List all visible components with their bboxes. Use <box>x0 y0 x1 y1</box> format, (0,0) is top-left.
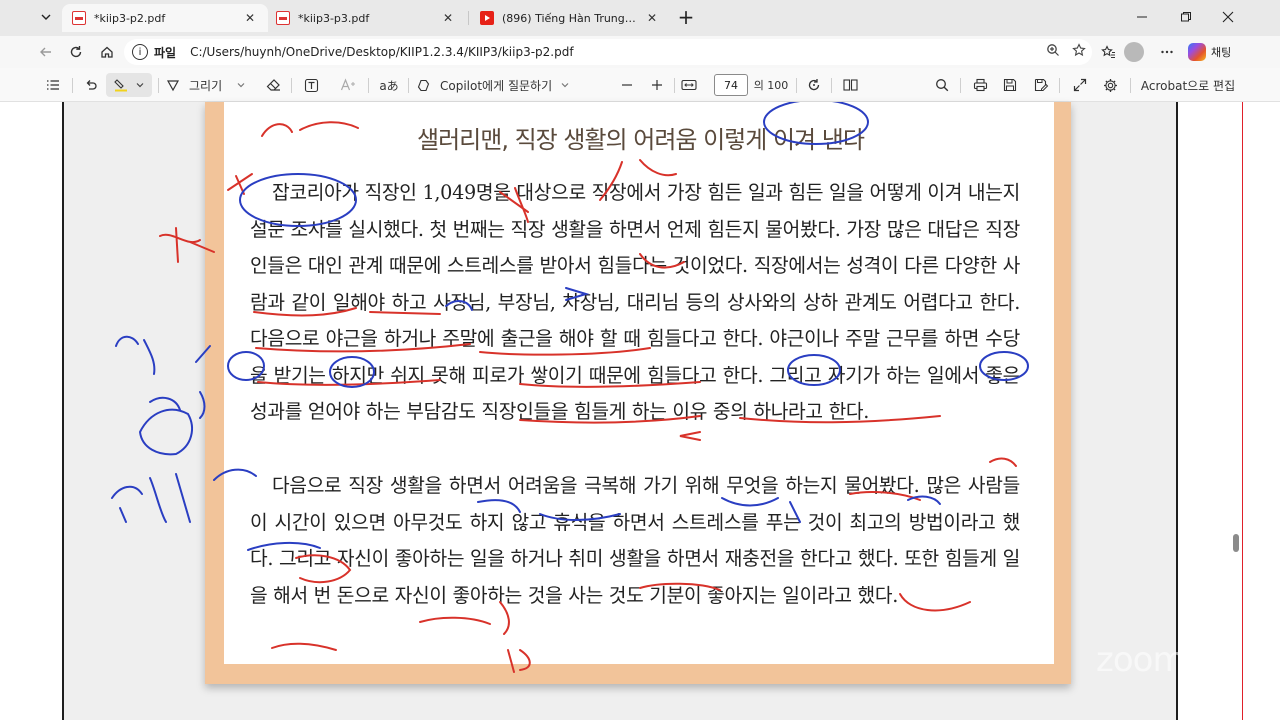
vertical-scrollbar[interactable] <box>1230 102 1240 720</box>
text-format-icon[interactable] <box>336 73 360 97</box>
settings-gear-icon[interactable] <box>1098 73 1122 97</box>
rotate-icon[interactable] <box>803 73 825 97</box>
toolbar-separator <box>796 78 797 93</box>
favorite-star-icon[interactable] <box>1066 43 1092 61</box>
toolbar-separator <box>72 78 73 93</box>
search-icon[interactable] <box>930 73 954 97</box>
save-as-icon[interactable] <box>1029 73 1053 97</box>
page-total-label: 의 100 <box>753 79 789 92</box>
favorites-button[interactable] <box>1095 39 1121 65</box>
pdf-toolbar: 그리기 aあ Copilot에게 질문하기 74 의 100 Acrobat으로… <box>0 68 1280 102</box>
toolbar-separator <box>831 78 832 93</box>
expand-icon[interactable] <box>1068 73 1092 97</box>
browser-window: *kiip3-p2.pdf ✕ *kiip3-p3.pdf ✕ (896) Ti… <box>0 0 1280 720</box>
new-tab-button[interactable]: + <box>666 0 706 34</box>
highlighter-icon <box>114 79 127 92</box>
undo-icon[interactable] <box>80 73 102 97</box>
address-bar[interactable]: i 파일 C:/Users/huynh/OneDrive/Desktop/KII… <box>124 39 1092 65</box>
draw-tool-button[interactable]: 그리기 <box>166 73 252 97</box>
text-box-icon[interactable] <box>299 73 323 97</box>
toolbar-separator <box>674 78 675 93</box>
pdf-icon <box>72 11 86 25</box>
chevron-down-icon <box>237 83 245 88</box>
save-icon[interactable] <box>998 73 1022 97</box>
tab-actions-chevron-icon[interactable] <box>26 0 66 34</box>
pdf-viewer[interactable]: 샐러리맨, 직장 생활의 어려움 이렇게 이겨 낸다 잡코리아가 직장인 1,0… <box>0 102 1280 720</box>
address-origin: 파일 <box>154 45 177 60</box>
tab-strip: *kiip3-p2.pdf ✕ *kiip3-p3.pdf ✕ (896) Ti… <box>0 0 1280 36</box>
pdf-icon <box>276 11 290 25</box>
canvas-border-right <box>1176 102 1178 720</box>
copilot-chat-label: 채팅 <box>1211 46 1232 59</box>
tab-kiip3-p2[interactable]: *kiip3-p2.pdf ✕ <box>62 4 268 32</box>
toolbar-separator <box>408 78 409 93</box>
tab-title: *kiip3-p3.pdf <box>298 11 370 25</box>
draw-tool-label: 그리기 <box>189 78 223 93</box>
minimize-button[interactable] <box>1120 0 1164 34</box>
info-icon[interactable]: i <box>132 44 148 60</box>
tab-kiip3-p3[interactable]: *kiip3-p3.pdf ✕ <box>266 4 466 32</box>
zoom-out-icon[interactable] <box>616 73 638 97</box>
draw-icon <box>166 80 180 92</box>
document-title: 샐러리맨, 직장 생활의 어려움 이렇게 이겨 낸다 <box>417 126 865 154</box>
toolbar-separator <box>158 78 159 93</box>
tab-title: (896) Tiếng Hàn Trung Cấp 1 tối 2/ <box>502 11 638 25</box>
toolbar-separator <box>960 78 961 93</box>
refresh-button[interactable] <box>63 39 89 65</box>
zoom-watermark: zoom <box>1096 640 1186 680</box>
chevron-down-icon <box>561 83 569 88</box>
fit-width-icon[interactable] <box>678 73 700 97</box>
contents-list-icon[interactable] <box>40 73 66 97</box>
page-view-icon[interactable] <box>840 73 862 97</box>
canvas-border-left <box>62 102 64 720</box>
chevron-down-icon <box>136 83 144 88</box>
toolbar-separator <box>1130 78 1131 93</box>
toolbar-separator <box>291 78 292 93</box>
restore-button[interactable] <box>1164 0 1208 34</box>
tab-close-icon[interactable]: ✕ <box>440 11 456 25</box>
profile-avatar[interactable] <box>1124 42 1144 62</box>
tab-title: *kiip3-p2.pdf <box>94 11 166 25</box>
zoom-icon[interactable] <box>1040 43 1066 61</box>
copilot-icon <box>1188 43 1206 61</box>
youtube-icon <box>480 11 494 25</box>
tab-close-icon[interactable]: ✕ <box>242 11 258 25</box>
eraser-icon[interactable] <box>262 73 284 97</box>
scrollbar-thumb[interactable] <box>1233 534 1239 552</box>
tab-close-icon[interactable]: ✕ <box>644 11 660 25</box>
zoom-in-icon[interactable] <box>646 73 668 97</box>
copilot-ask-label: Copilot에게 질문하기 <box>440 78 553 93</box>
address-url[interactable]: C:/Users/huynh/OneDrive/Desktop/KIIP1.2.… <box>190 45 1040 59</box>
print-icon[interactable] <box>968 73 992 97</box>
document-paragraph-2: 다음으로 직장 생활을 하면서 어려움을 극복해 가기 위해 무엇을 하는지 물… <box>250 474 1020 607</box>
copilot-chat-button[interactable]: 채팅 <box>1184 40 1239 64</box>
read-aloud-button[interactable]: aあ <box>376 73 402 97</box>
copilot-outline-icon <box>417 79 430 91</box>
copilot-ask-button[interactable]: Copilot에게 질문하기 <box>416 73 572 97</box>
home-button[interactable] <box>94 39 120 65</box>
screen-share-border <box>1242 102 1243 720</box>
tab-separator <box>468 11 469 25</box>
toolbar-separator <box>1059 78 1060 93</box>
highlight-tool-button[interactable] <box>106 73 152 97</box>
toolbar-separator <box>368 78 369 93</box>
more-menu-icon[interactable] <box>1154 39 1180 65</box>
document-paragraph-1: 잡코리아가 직장인 1,049명을 대상으로 직장에서 가장 힘든 일과 힘든 … <box>250 181 1020 423</box>
close-window-button[interactable] <box>1206 0 1250 34</box>
page-number-input[interactable]: 74 <box>714 74 748 96</box>
tab-youtube[interactable]: (896) Tiếng Hàn Trung Cấp 1 tối 2/ ✕ <box>470 4 670 32</box>
back-button[interactable] <box>33 39 59 65</box>
acrobat-edit-button[interactable]: Acrobat으로 편집 <box>1138 73 1238 97</box>
navigation-bar: i 파일 C:/Users/huynh/OneDrive/Desktop/KII… <box>0 36 1280 68</box>
